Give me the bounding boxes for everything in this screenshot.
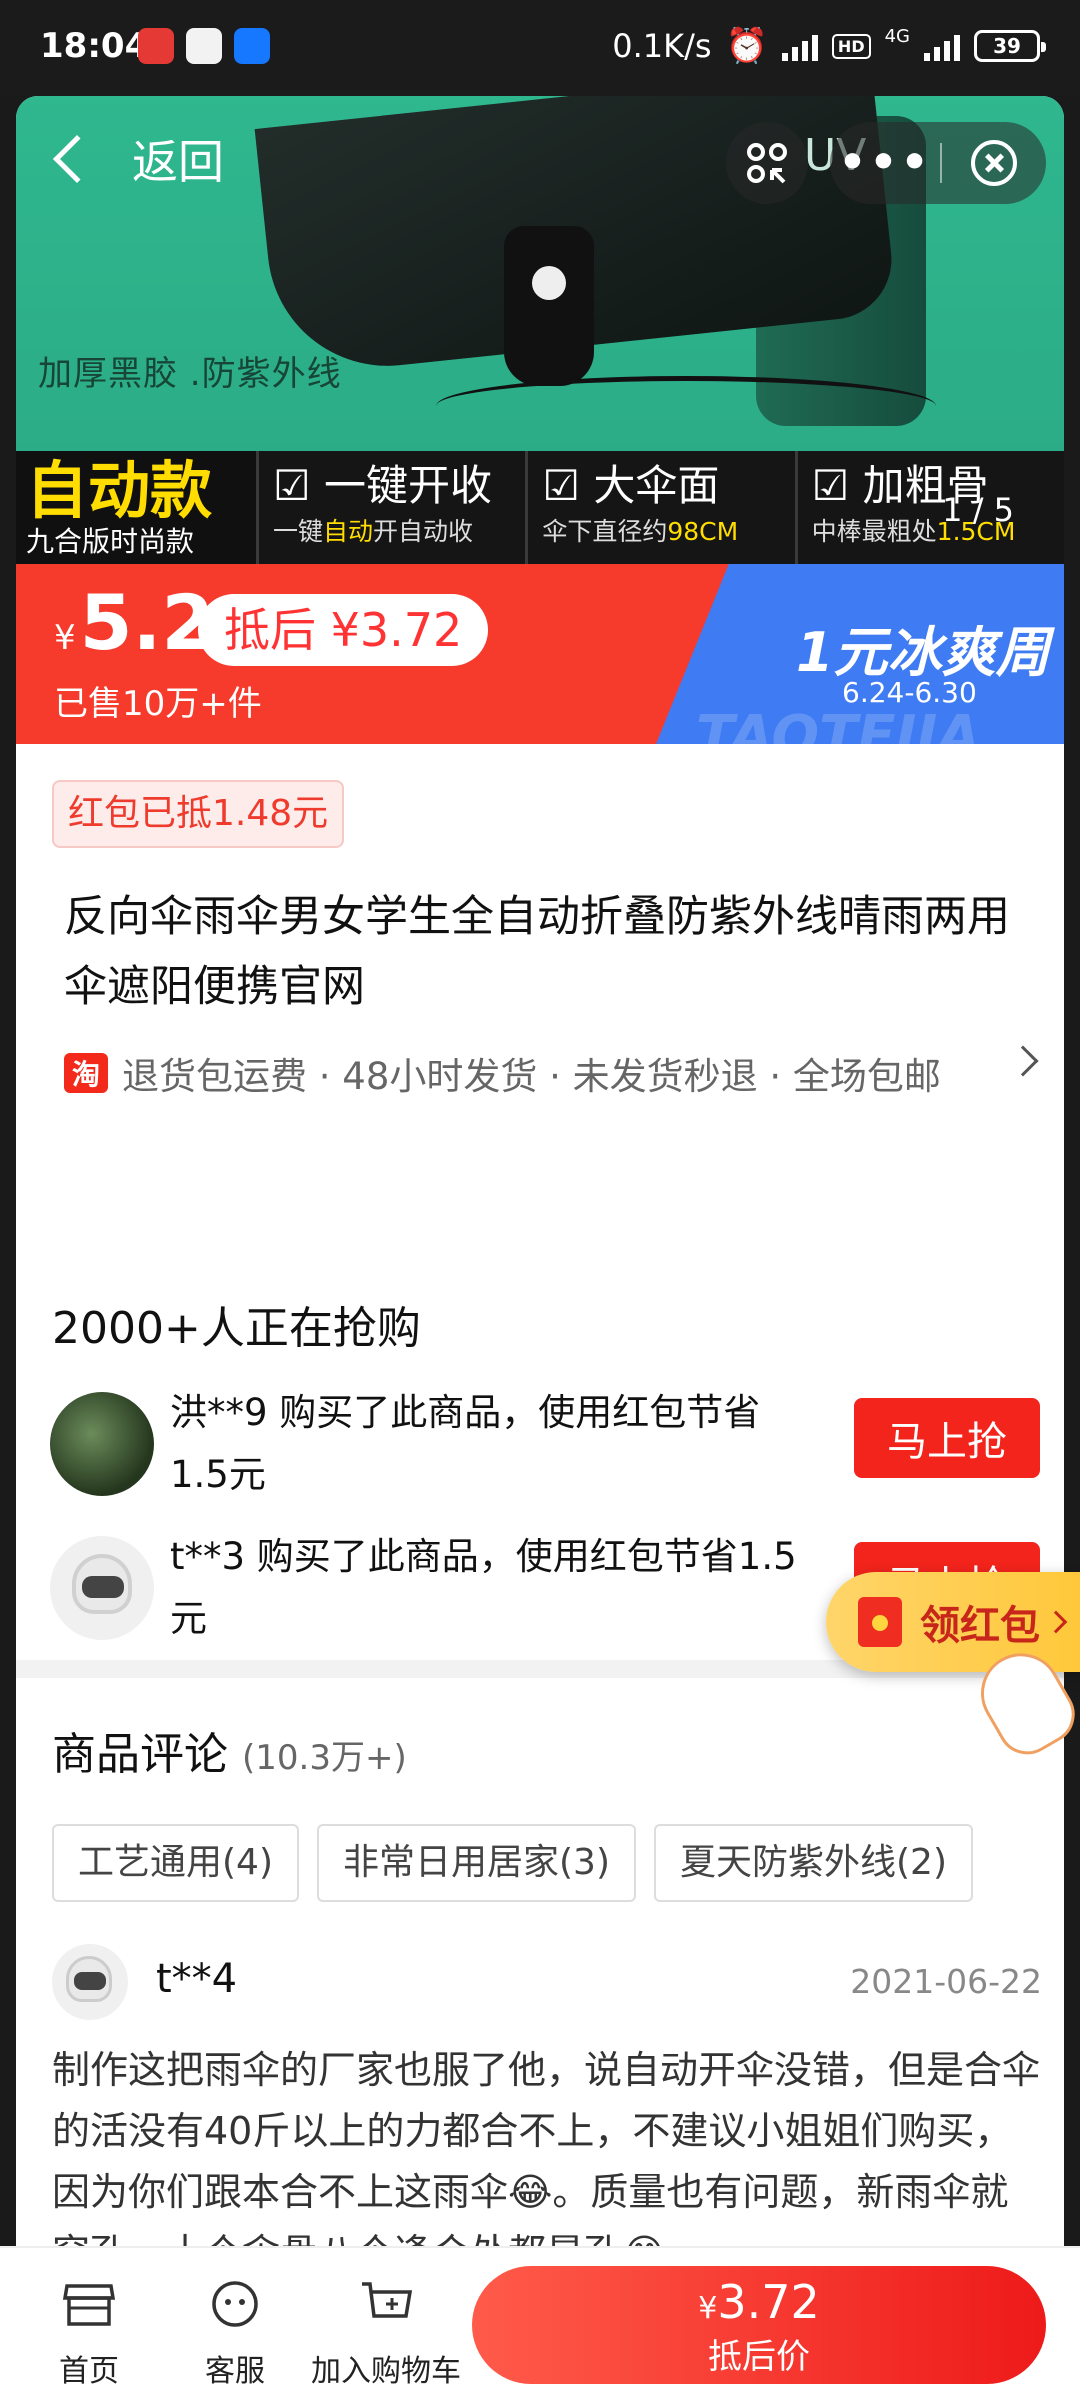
back-button[interactable]: 返回 (46, 126, 224, 192)
status-time: 18:04 (40, 26, 149, 66)
umbrella-strap-image (436, 376, 936, 436)
bottom-bar: 首页 客服 加入购物车 ¥3.72 抵后价 (0, 2246, 1080, 2400)
redpack-tag: 红包已抵1.48元 (52, 780, 345, 848)
close-button[interactable] (942, 140, 1046, 186)
review-tag[interactable]: 夏天防紫外线(2) (654, 1824, 973, 1902)
chevron-right-icon (1007, 1045, 1039, 1077)
net-speed: 0.1K/s (612, 27, 712, 65)
product-title: 反向伞雨伞男女学生全自动折叠防紫外线晴雨两用伞遮阳便携官网 (64, 892, 1010, 1012)
mini-program-capsule: ••• (830, 122, 1046, 204)
product-image-carousel[interactable]: UV 加厚黑胶 .防紫外线 自动款 九合版时尚款 ☑ 一键开收 一键自动开自动收… (16, 96, 1064, 564)
sold-count: 已售10万+件 (54, 684, 262, 724)
signal-icon (781, 31, 818, 61)
service-label: 客服 (205, 2354, 265, 2389)
store-icon (62, 2284, 116, 2326)
status-bar: 18:04 0.1K/s ⏰ HD 4G 39 (0, 0, 1080, 96)
back-label: 返回 (132, 135, 224, 189)
price-bar: ¥ 5.2 抵后 ¥3.72 已售10万+件 TAOTEJIA 1元冰爽周 6.… (16, 564, 1064, 744)
avatar (50, 1536, 154, 1640)
feature-sub-highlight: 98CM (667, 517, 739, 546)
cart-label: 加入购物车 (311, 2354, 461, 2389)
feature-auto: 自动款 九合版时尚款 (16, 451, 256, 564)
feature-title: 大伞面 (593, 461, 720, 510)
after-discount-pill: 抵后 ¥3.72 (198, 594, 489, 666)
feature-sub: 伞下直径约 (542, 517, 668, 546)
feature-item: ☑ 大伞面 伞下直径约98CM (525, 451, 795, 564)
feature-auto-sub: 九合版时尚款 (26, 525, 195, 558)
close-icon (971, 140, 1017, 186)
reviews-title[interactable]: 商品评论 (10.3万+) (52, 1718, 407, 1782)
red-envelope-icon (858, 1597, 902, 1647)
buyer-text: 洪**9 购买了此商品，使用红包节省1.5元 (170, 1391, 761, 1496)
scan-icon (747, 143, 787, 184)
buyer-text: t**3 购买了此商品，使用红包节省1.5元 (170, 1535, 797, 1640)
price: ¥ 5.2 (54, 578, 214, 667)
add-to-cart-button[interactable]: 加入购物车 (306, 2278, 466, 2390)
avatar (50, 1392, 154, 1496)
screen: 18:04 0.1K/s ⏰ HD 4G 39 UV 加厚黑胶 .防紫外线 自动… (0, 0, 1080, 2400)
buy-button[interactable]: ¥3.72 抵后价 (472, 2266, 1046, 2384)
product-info: 红包已抵1.48元 反向伞雨伞男女学生全自动折叠防紫外线晴雨两用伞遮阳便携官网 … (16, 744, 1064, 1234)
review-tags: 工艺通用(4) 非常日用居家(3) 夏天防紫外线(2) (52, 1824, 973, 1902)
taobao-icon: 淘 (64, 1053, 108, 1093)
hd-badge: HD (831, 33, 871, 59)
check-icon: ☑ (542, 461, 580, 510)
battery-icon: 39 (974, 30, 1046, 62)
network-type: 4G (884, 25, 910, 47)
signal-icon-2 (924, 31, 960, 61)
more-icon[interactable]: ••• (830, 141, 940, 185)
carousel-pager: 1 / 5 (942, 491, 1014, 529)
chat-face-icon (212, 2281, 258, 2327)
feature-item: ☑ 加粗骨 中棒最粗处1.5CM (794, 451, 1064, 564)
check-icon: ☑ (273, 461, 311, 510)
product-page: UV 加厚黑胶 .防紫外线 自动款 九合版时尚款 ☑ 一键开收 一键自动开自动收… (16, 96, 1064, 2400)
bank-app-icon (138, 28, 174, 64)
reviews-title-label: 商品评论 (52, 1729, 228, 1780)
check-icon: ☑ (811, 461, 850, 510)
service-text: 退货包运费 · 48小时发货 · 未发货秒退 · 全场包邮 (122, 1055, 941, 1098)
feature-sub-highlight: 自动 (323, 517, 374, 546)
avatar (52, 1944, 128, 2020)
hero-caption: 加厚黑胶 .防紫外线 (38, 354, 342, 394)
umbrella-handle-image (504, 226, 594, 386)
feature-title: 一键开收 (324, 461, 493, 510)
feature-auto-title: 自动款 (26, 454, 213, 527)
buyer-row: 洪**9 购买了此商品，使用红包节省1.5元 马上抢 (50, 1382, 1040, 1522)
buying-title: 2000+人正在抢购 (52, 1303, 421, 1354)
feature-sub: 一键 (273, 517, 324, 546)
grab-now-button[interactable]: 马上抢 (854, 1398, 1040, 1478)
price-value: 5.2 (79, 578, 215, 667)
currency-symbol: ¥ (54, 618, 76, 658)
reviewer: t**4 2021-06-22 (52, 1944, 1042, 2024)
feature-sub: 中棒最粗处 (811, 517, 937, 546)
promo-date: 6.24-6.30 (842, 676, 977, 709)
feature-strip: 自动款 九合版时尚款 ☑ 一键开收 一键自动开自动收 ☑ 大伞面 伞下直径约98… (16, 451, 1064, 564)
buy-currency: ¥ (698, 2291, 718, 2326)
chevron-right-icon (1044, 1610, 1068, 1634)
status-icons: 0.1K/s ⏰ HD 4G 39 (612, 25, 1046, 66)
reviews-count: (10.3万+) (242, 1738, 407, 1778)
alarm-icon: ⏰ (725, 26, 768, 66)
feature-item: ☑ 一键开收 一键自动开自动收 (256, 451, 526, 564)
home-label: 首页 (59, 2354, 119, 2389)
redpack-label: 领红包 (920, 1603, 1040, 1649)
review-date: 2021-06-22 (850, 1962, 1042, 2001)
promo-watermark: TAOTEJIA (696, 704, 981, 744)
chevron-left-icon (52, 134, 102, 184)
cart-icon (362, 2282, 413, 2318)
book-app-icon (186, 28, 222, 64)
feature-sub: 开自动收 (373, 517, 474, 546)
customer-service-button[interactable]: 客服 (170, 2278, 300, 2390)
review-tag[interactable]: 工艺通用(4) (52, 1824, 299, 1902)
service-row[interactable]: 淘 退货包运费 · 48小时发货 · 未发货秒退 · 全场包邮 (64, 1045, 1044, 1100)
reviewer-name: t**4 (156, 1956, 238, 2002)
alipay-icon (234, 28, 270, 64)
get-redpack-button[interactable]: 领红包 (826, 1572, 1080, 1672)
home-button[interactable]: 首页 (24, 2278, 154, 2390)
review-tag[interactable]: 非常日用居家(3) (317, 1824, 636, 1902)
buy-label: 抵后价 (708, 2337, 810, 2377)
buy-price: 3.72 (717, 2275, 820, 2329)
scan-button[interactable] (726, 122, 808, 204)
